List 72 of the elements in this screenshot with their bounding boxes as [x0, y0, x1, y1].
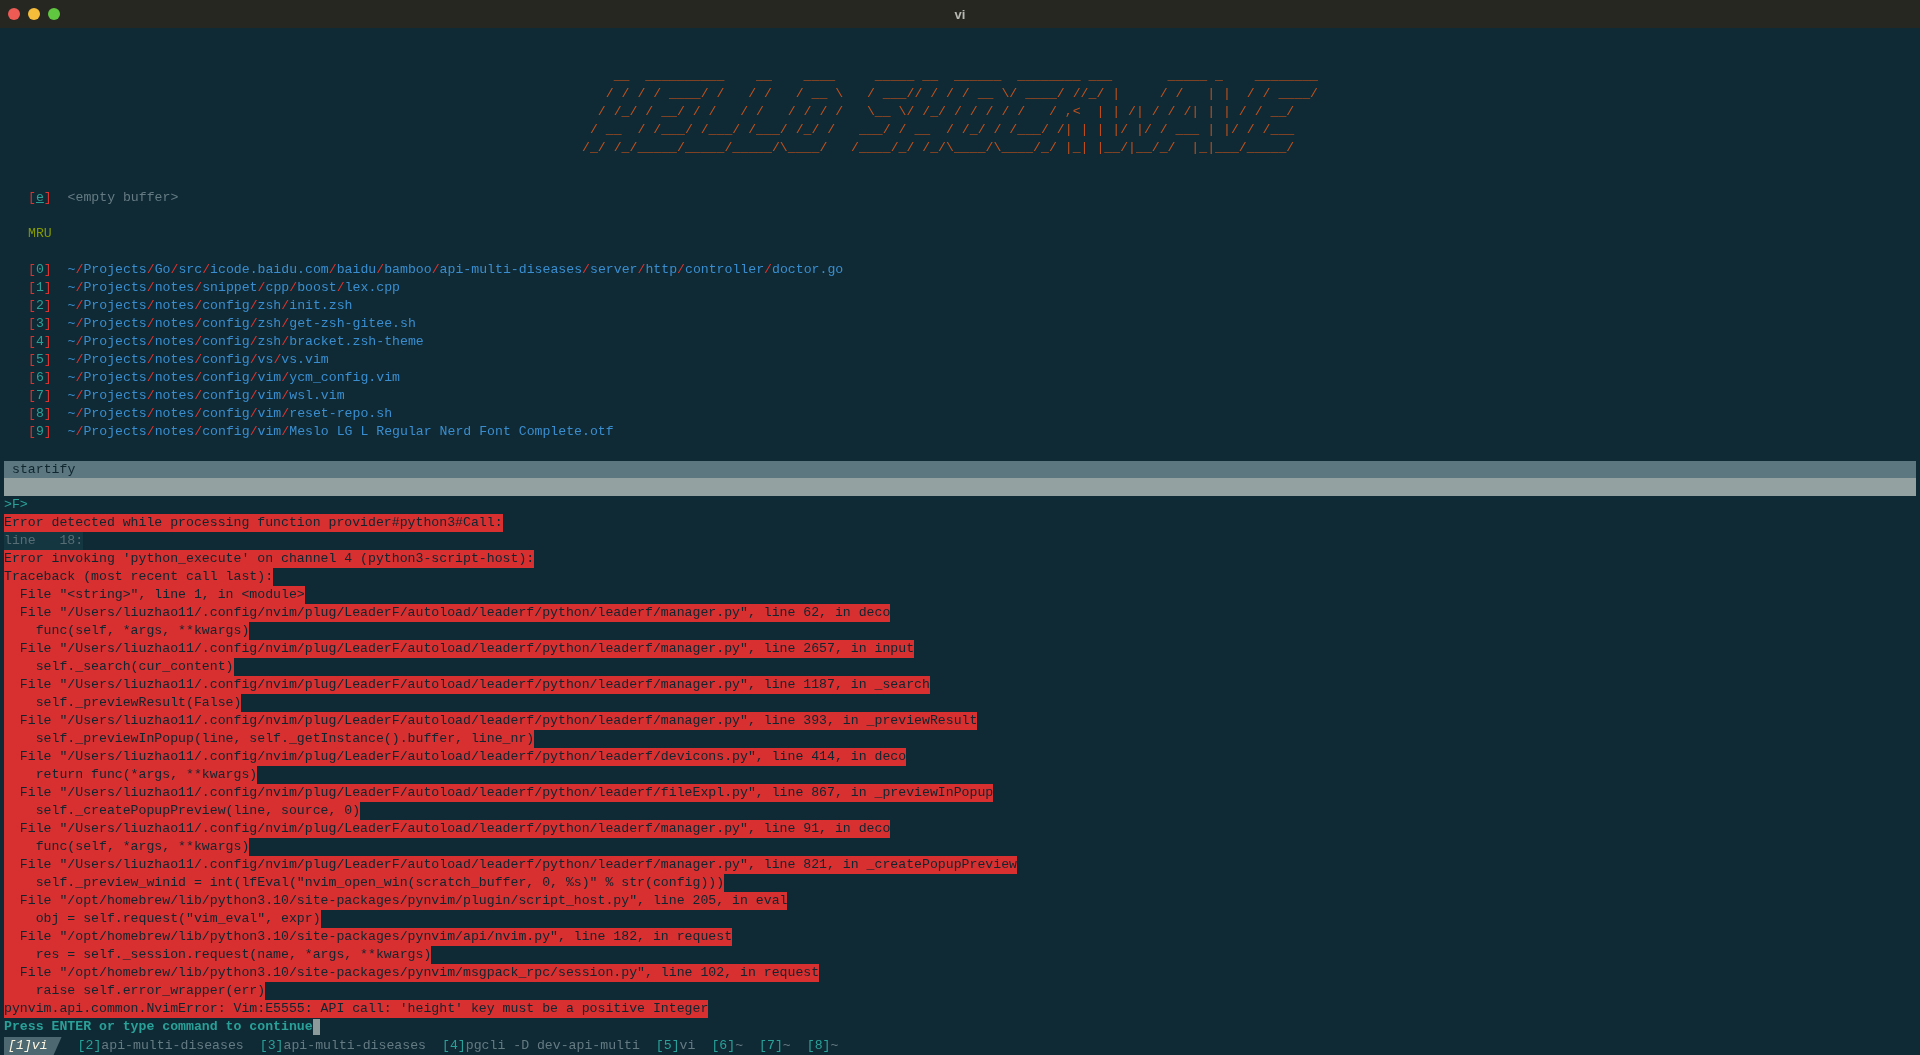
error-message: pynvim.api.common.NvimError: Vim:E5555: API call: 'height' key must be a positive Integer [4, 1000, 709, 1018]
error-message: self._preview_winid = int(lfEval("nvim_open_win(scratch_buffer, 0, %s)" % str(config))) [4, 874, 725, 892]
text-cursor [312, 1019, 320, 1035]
entry-key[interactable]: [3] [28, 315, 52, 333]
error-message: File "/opt/homebrew/lib/python3.10/site-packages/pynvim/api/nvim.py", line 182, in request [4, 928, 733, 946]
minimize-button[interactable] [28, 8, 40, 20]
terminal-tab[interactable]: [5]vi [655, 1037, 696, 1055]
error-message: raise self.error_wrapper(err) [4, 982, 266, 1000]
section-heading: MRU [28, 225, 52, 243]
recent-file-path[interactable]: ~/Projects/notes/snippet/cpp/boost/lex.cpp [67, 279, 401, 297]
error-message: File "<string>", line 1, in <module> [4, 586, 305, 604]
error-message: func(self, *args, **kwargs) [4, 838, 250, 856]
recent-file-path[interactable]: ~/Projects/notes/config/vim/Meslo LG L Regular Nerd Font Complete.otf [67, 423, 614, 441]
entry-key[interactable]: [8] [28, 405, 52, 423]
error-message: File "/Users/liuzhao11/.config/nvim/plug/LeaderF/autoload/leaderf/python/leaderf/manager.py", line 393, in _previewResult [4, 712, 978, 730]
error-message: self._createPopupPreview(line, source, 0) [4, 802, 361, 820]
error-message: func(self, *args, **kwargs) [4, 622, 250, 640]
terminal-tab[interactable]: [6]~ [711, 1037, 744, 1055]
error-message: self._previewResult(False) [4, 694, 242, 712]
zoom-button[interactable] [48, 8, 60, 20]
error-message: obj = self.request("vim_eval", expr) [4, 910, 321, 928]
recent-file-path[interactable]: ~/Projects/notes/config/vs/vs.vim [67, 351, 329, 369]
recent-file-path[interactable]: ~/Projects/notes/config/vim/wsl.vim [67, 387, 345, 405]
entry-key[interactable]: [e] [28, 189, 52, 207]
error-message: self._search(cur_content) [4, 658, 234, 676]
error-message: Error detected while processing function provider#python3#Call: [4, 514, 503, 532]
window-title: vi [954, 6, 966, 22]
ascii-banner-line: /_/ /_/_____/_____/_____/\____/ /____/_/ /_/\____/\____/_/ |_| |__/|__/_/ |_|___/_____/ [582, 139, 1295, 157]
prompt-text: >F> [4, 496, 28, 514]
ascii-banner-line: / / / / ____/ / / / / __ \ / ___// / / / __ \/ ____/ //_/ | / / | | / / ____/ [604, 85, 1318, 103]
entry-key[interactable]: [7] [28, 387, 52, 405]
buffer-name: startify [11, 462, 76, 477]
ascii-banner-line: / __ / /___/ /___/ /___/ /_/ / ___/ / __ / /_/ / /___/ /| | | |/ |/ / ___ | |/ / /___ [588, 121, 1295, 139]
line-number-message: line 18: [4, 532, 84, 550]
terminal-tab[interactable]: [2]api-multi-diseases [77, 1037, 244, 1055]
error-message: File "/Users/liuzhao11/.config/nvim/plug/LeaderF/autoload/leaderf/python/leaderf/fileExpl.py", line 867, in _previewInPopup [4, 784, 994, 802]
error-message: File "/Users/liuzhao11/.config/nvim/plug/LeaderF/autoload/leaderf/python/leaderf/manager.py", line 1187, in _search [4, 676, 930, 694]
entry-key[interactable]: [9] [28, 423, 52, 441]
recent-file-path[interactable]: ~/Projects/notes/config/zsh/init.zsh [67, 297, 353, 315]
error-message: Traceback (most recent call last): [4, 568, 274, 586]
terminal-tab[interactable]: [4]pgcli -D dev-api-multi [442, 1037, 640, 1055]
error-message: File "/opt/homebrew/lib/python3.10/site-packages/pynvim/plugin/script_host.py", line 205, in eval [4, 892, 788, 910]
recent-file-path[interactable]: ~/Projects/notes/config/zsh/bracket.zsh-theme [67, 333, 424, 351]
recent-file-path[interactable]: ~/Projects/notes/config/vim/reset-repo.sh [67, 405, 393, 423]
error-message: Error invoking 'python_execute' on channel 4 (python3-script-host): [4, 550, 535, 568]
entry-key[interactable]: [5] [28, 351, 52, 369]
terminal-tab[interactable]: [1]vi [4, 1037, 62, 1055]
entry-key[interactable]: [1] [28, 279, 52, 297]
error-message: return func(*args, **kwargs) [4, 766, 258, 784]
entry-key[interactable]: [4] [28, 333, 52, 351]
error-message: res = self._session.request(name, *args, **kwargs) [4, 946, 432, 964]
terminal-tab[interactable]: [7]~ [759, 1037, 791, 1055]
terminal-tab[interactable]: [8]~ [806, 1037, 839, 1055]
continue-prompt: Press ENTER or type command to continue [4, 1018, 313, 1036]
recent-file-path[interactable]: ~/Projects/notes/config/vim/ycm_config.vim [67, 369, 400, 387]
error-message: File "/Users/liuzhao11/.config/nvim/plug/LeaderF/autoload/leaderf/python/leaderf/devicons.py", line 414, in deco [4, 748, 907, 766]
empty-buffer-entry[interactable]: <empty buffer> [67, 189, 179, 207]
error-message: File "/Users/liuzhao11/.config/nvim/plug/LeaderF/autoload/leaderf/python/leaderf/manager.py", line 91, in deco [4, 820, 891, 838]
ascii-banner-line: __ __________ __ ____ _____ __ ______ ________ ___ _____ _ ________ [612, 67, 1318, 85]
terminal-tab[interactable]: [3]api-multi-diseases [259, 1037, 426, 1055]
entry-key[interactable]: [6] [28, 369, 52, 387]
error-message: File "/Users/liuzhao11/.config/nvim/plug/LeaderF/autoload/leaderf/python/leaderf/manager.py", line 2657, in input [4, 640, 915, 658]
entry-key[interactable]: [2] [28, 297, 52, 315]
error-message: File "/Users/liuzhao11/.config/nvim/plug/LeaderF/autoload/leaderf/python/leaderf/manager.py", line 62, in deco [4, 604, 891, 622]
error-message: self._previewInPopup(line, self._getInstance().buffer, line_nr) [4, 730, 535, 748]
close-button[interactable] [8, 8, 20, 20]
error-message: File "/opt/homebrew/lib/python3.10/site-packages/pynvim/msgpack_rpc/session.py", line 102, in request [4, 964, 820, 982]
entry-key[interactable]: [0] [28, 261, 52, 279]
recent-file-path[interactable]: ~/Projects/Go/src/icode.baidu.com/baidu/bamboo/api-multi-diseases/server/http/controller/doctor.go [67, 261, 844, 279]
recent-file-path[interactable]: ~/Projects/notes/config/zsh/get-zsh-gitee.sh [67, 315, 416, 333]
ascii-banner-line: / /_/ / __/ / / / / / / / / \__ \/ /_/ / / / / / / ,< | | /| / / /| | | / / __/ [596, 103, 1295, 121]
error-message: File "/Users/liuzhao11/.config/nvim/plug/LeaderF/autoload/leaderf/python/leaderf/manager.py", line 821, in _createPopupPreview [4, 856, 1017, 874]
